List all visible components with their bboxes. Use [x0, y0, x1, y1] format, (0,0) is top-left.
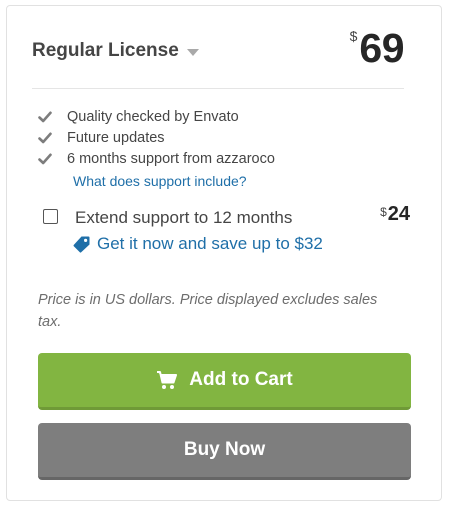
check-icon	[38, 153, 52, 164]
extend-price-amount: 24	[387, 203, 410, 225]
feature-item: Quality checked by Envato	[38, 106, 398, 127]
license-header: Regular License $ 69	[32, 26, 404, 81]
extend-price-currency: $	[380, 205, 387, 219]
tag-icon	[73, 236, 90, 253]
feature-list: Quality checked by Envato Future updates…	[38, 106, 398, 169]
feature-item: Future updates	[38, 127, 398, 148]
license-title: Regular License	[32, 40, 179, 61]
price-note: Price is in US dollars. Price displayed …	[38, 292, 378, 330]
save-offer-text: Get it now and save up to $32	[97, 234, 323, 253]
check-icon	[38, 111, 52, 122]
feature-text: 6 months support from azzaroco	[67, 150, 275, 167]
feature-item: 6 months support from azzaroco	[38, 148, 398, 169]
save-offer-link[interactable]: Get it now and save up to $32	[73, 234, 323, 254]
add-to-cart-label: Add to Cart	[189, 369, 293, 390]
divider	[32, 88, 404, 89]
feature-text: Future updates	[67, 129, 165, 146]
buy-now-label: Buy Now	[183, 439, 266, 460]
license-price: $ 69	[349, 25, 405, 71]
extend-support-row: Extend support to 12 months $ 24 Get it …	[38, 203, 410, 263]
extend-support-checkbox[interactable]	[43, 209, 58, 224]
chevron-down-icon	[186, 49, 199, 56]
extend-support-label[interactable]: Extend support to 12 months	[75, 208, 292, 228]
license-selector[interactable]: Regular License	[32, 40, 199, 62]
cart-icon	[157, 371, 178, 389]
add-to-cart-button[interactable]: Add to Cart	[38, 353, 411, 410]
check-icon	[38, 132, 52, 143]
extend-price: $ 24	[380, 203, 410, 226]
support-info-link[interactable]: What does support include?	[73, 173, 247, 189]
price-amount: 69	[359, 25, 404, 71]
price-currency: $	[349, 28, 358, 44]
feature-text: Quality checked by Envato	[67, 108, 239, 125]
buy-now-button[interactable]: Buy Now	[38, 423, 411, 480]
